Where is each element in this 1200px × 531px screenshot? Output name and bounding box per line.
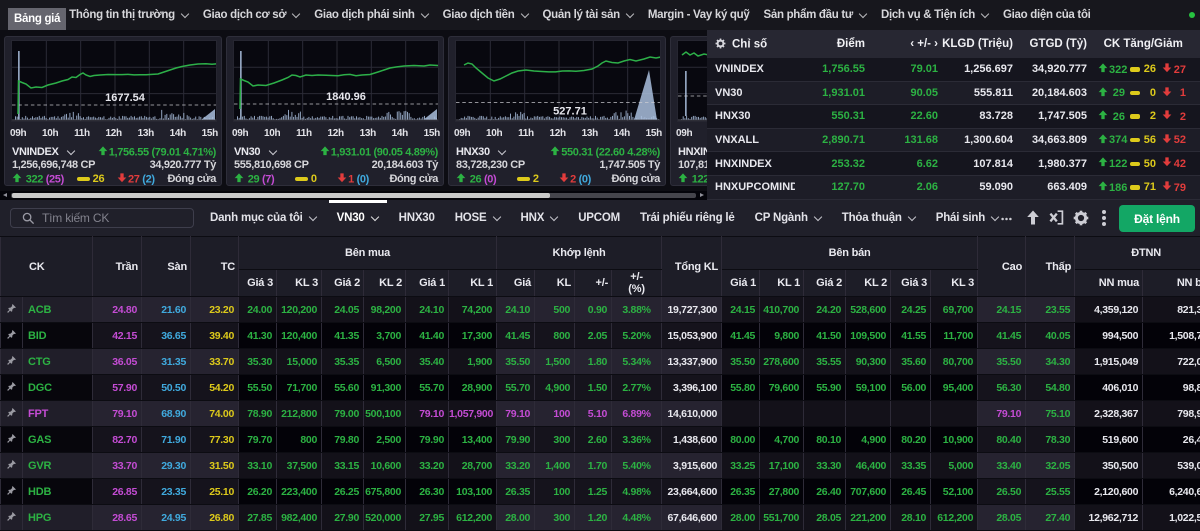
svg-text:527.71: 527.71 xyxy=(553,106,587,118)
svg-text:1840.96: 1840.96 xyxy=(326,91,366,103)
svg-text:1677.54: 1677.54 xyxy=(105,92,146,104)
